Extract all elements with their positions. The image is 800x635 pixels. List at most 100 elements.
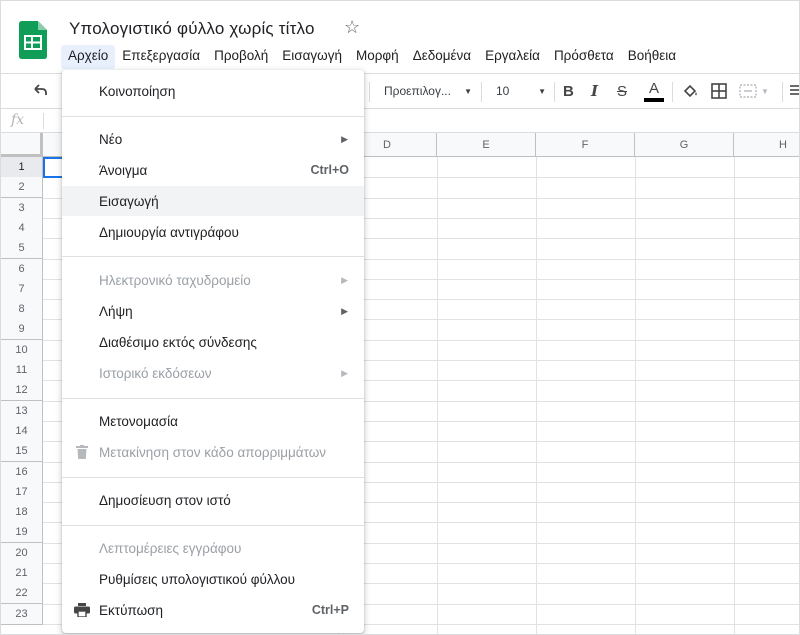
row-header-20[interactable]: 20: [1, 542, 43, 564]
print-icon: [74, 602, 90, 618]
menu-item-offline[interactable]: Διαθέσιμο εκτός σύνδεσης: [62, 327, 364, 357]
merge-cells-icon[interactable]: ▼: [739, 74, 769, 108]
row-header-16[interactable]: 16: [1, 461, 43, 483]
row-header-11[interactable]: 11: [1, 360, 43, 381]
menu-item-label: Δημοσίευση στον ιστό: [99, 492, 231, 508]
menu-insert[interactable]: Εισαγωγή: [275, 45, 349, 69]
menu-item-label: Ηλεκτρονικό ταχυδρομείο: [99, 272, 251, 288]
menu-help[interactable]: Βοήθεια: [621, 45, 683, 69]
menu-divider: [62, 256, 364, 257]
grid-column-line: [437, 157, 438, 634]
shortcut-label: Ctrl+O: [310, 163, 349, 177]
chevron-down-icon: ▼: [538, 86, 546, 96]
formula-divider: [43, 113, 44, 129]
row-header-21[interactable]: 21: [1, 563, 43, 584]
font-family-select[interactable]: Προεπιλογ... ▼: [384, 74, 472, 108]
toolbar-divider: [672, 82, 673, 102]
row-header-1[interactable]: 1: [1, 157, 43, 178]
star-icon[interactable]: ☆: [344, 17, 360, 38]
menu-view[interactable]: Προβολή: [207, 45, 275, 69]
strikethrough-icon[interactable]: S: [617, 74, 627, 108]
column-header-e[interactable]: E: [437, 133, 536, 157]
menu-addons[interactable]: Πρόσθετα: [547, 45, 621, 69]
menu-item-rename[interactable]: Μετονομασία: [62, 406, 364, 436]
menu-item-new[interactable]: Νέο ▶: [62, 124, 364, 154]
font-size-value: 10: [496, 84, 510, 98]
toolbar-divider: [554, 82, 555, 102]
menu-format[interactable]: Μορφή: [349, 45, 406, 69]
fx-icon: fx: [11, 112, 25, 128]
row-header-14[interactable]: 14: [1, 420, 43, 442]
menu-item-move-to-trash[interactable]: Μετακίνηση στον κάδο απορριμμάτων: [62, 437, 364, 467]
font-size-select[interactable]: 10 ▼: [496, 74, 546, 108]
grid-column-line: [536, 157, 537, 634]
menu-item-label: Ρυθμίσεις υπολογιστικού φύλλου: [99, 571, 296, 587]
column-header-f[interactable]: F: [536, 133, 635, 157]
column-header-g[interactable]: G: [635, 133, 734, 157]
menu-item-print[interactable]: Εκτύπωση Ctrl+P: [62, 595, 364, 625]
menu-item-spreadsheet-settings[interactable]: Ρυθμίσεις υπολογιστικού φύλλου: [62, 564, 364, 594]
menu-item-make-copy[interactable]: Δημιουργία αντιγράφου: [62, 217, 364, 247]
row-header-8[interactable]: 8: [1, 299, 43, 321]
row-header-9[interactable]: 9: [1, 319, 43, 341]
column-header-h[interactable]: H: [734, 133, 799, 157]
select-all-corner[interactable]: [1, 133, 43, 157]
row-header-7[interactable]: 7: [1, 278, 43, 300]
menu-divider: [62, 398, 364, 399]
row-header-12[interactable]: 12: [1, 380, 43, 402]
borders-icon[interactable]: [711, 74, 727, 108]
menu-item-label: Μετονομασία: [99, 413, 178, 429]
grid-column-line: [734, 157, 735, 634]
row-header-3[interactable]: 3: [1, 197, 43, 219]
spreadsheet-window: Υπολογιστικό φύλλο χωρίς τίτλο ☆ Αρχείο …: [0, 0, 800, 635]
menu-data[interactable]: Δεδομένα: [406, 45, 478, 69]
submenu-arrow-icon: ▶: [341, 133, 348, 144]
chevron-down-icon: ▼: [464, 86, 472, 96]
menu-file[interactable]: Αρχείο: [61, 45, 116, 69]
submenu-arrow-icon: ▶: [341, 274, 348, 285]
toolbar-divider: [782, 82, 783, 102]
row-header-15[interactable]: 15: [1, 441, 43, 463]
italic-icon[interactable]: I: [591, 74, 598, 108]
menu-item-label: Λεπτομέρειες εγγράφου: [99, 540, 242, 556]
undo-icon[interactable]: [31, 74, 49, 108]
menu-item-email[interactable]: Ηλεκτρονικό ταχυδρομείο ▶: [62, 265, 364, 295]
trash-icon: [74, 444, 90, 460]
row-header-2[interactable]: 2: [1, 177, 43, 199]
row-header-4[interactable]: 4: [1, 217, 43, 239]
menubar: Αρχείο Επεξεργασία Προβολή Εισαγωγή Μορφ…: [61, 45, 683, 69]
menu-item-label: Διαθέσιμο εκτός σύνδεσης: [99, 334, 257, 350]
menu-divider: [62, 116, 364, 117]
submenu-arrow-icon: ▶: [341, 305, 348, 316]
toolbar-divider: [481, 82, 482, 102]
row-header-22[interactable]: 22: [1, 583, 43, 605]
fill-color-icon[interactable]: [682, 74, 700, 108]
menu-item-download[interactable]: Λήψη ▶: [62, 296, 364, 326]
row-header-10[interactable]: 10: [1, 339, 43, 361]
menu-item-open[interactable]: Άνοιγμα Ctrl+O: [62, 155, 364, 185]
menu-divider: [62, 525, 364, 526]
row-header-13[interactable]: 13: [1, 400, 43, 422]
menu-item-publish-web[interactable]: Δημοσίευση στον ιστό: [62, 485, 364, 515]
row-header-6[interactable]: 6: [1, 258, 43, 280]
menu-item-label: Δημιουργία αντιγράφου: [99, 224, 239, 240]
menu-item-version-history[interactable]: Ιστορικό εκδόσεων ▶: [62, 358, 364, 388]
menu-item-import[interactable]: Εισαγωγή: [62, 186, 364, 216]
sheets-logo-icon[interactable]: [19, 21, 47, 59]
menu-edit[interactable]: Επεξεργασία: [115, 45, 207, 69]
menu-item-share[interactable]: Κοινοποίηση: [62, 76, 364, 106]
align-icon[interactable]: [790, 74, 799, 108]
row-header-19[interactable]: 19: [1, 522, 43, 544]
row-header-23[interactable]: 23: [1, 603, 43, 625]
menu-item-document-details[interactable]: Λεπτομέρειες εγγράφου: [62, 533, 364, 563]
document-title[interactable]: Υπολογιστικό φύλλο χωρίς τίτλο: [69, 19, 315, 39]
menu-tools[interactable]: Εργαλεία: [478, 45, 547, 69]
bold-icon[interactable]: B: [563, 74, 574, 108]
row-header-5[interactable]: 5: [1, 238, 43, 260]
toolbar-divider: [369, 82, 370, 102]
menu-item-label: Άνοιγμα: [99, 162, 148, 178]
text-color-icon[interactable]: A: [644, 74, 664, 108]
row-header-18[interactable]: 18: [1, 502, 43, 524]
menu-item-label: Εκτύπωση: [99, 602, 163, 618]
row-header-17[interactable]: 17: [1, 481, 43, 503]
